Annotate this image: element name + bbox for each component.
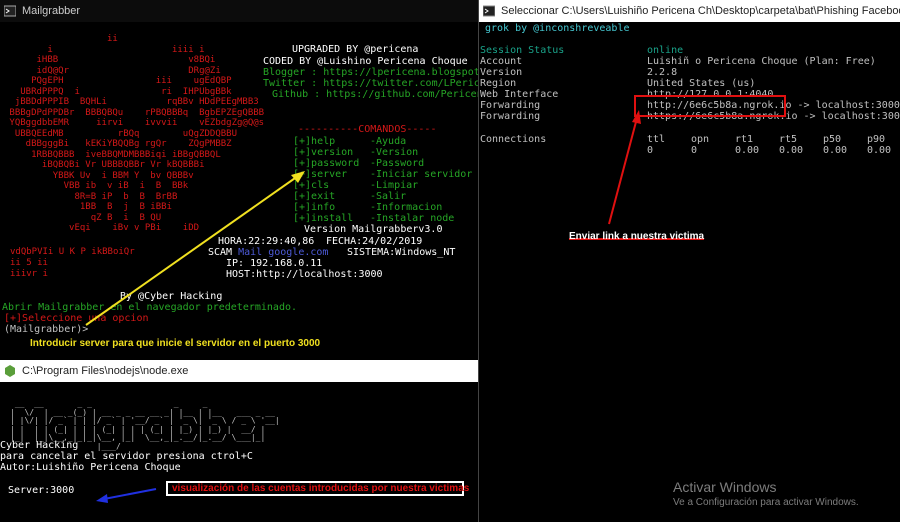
terminal-icon <box>4 5 16 17</box>
art-tail-2: ii 5 ii <box>10 258 48 268</box>
scam-line: SCAM Mail google.com <box>208 247 328 258</box>
row-value-session-status: online <box>647 45 684 56</box>
menu-desc-password: -Password <box>370 158 425 169</box>
server-caption: Introducir server para que inicie el ser… <box>30 338 321 349</box>
window-title: C:\Program Files\nodejs\node.exe <box>22 365 189 377</box>
conn-value-p90: 0.00 <box>867 145 892 156</box>
conn-value-ttl: 0 <box>647 145 654 156</box>
accounts-caption-box: visualización de las cuentas introducida… <box>166 481 469 496</box>
nodejs-icon <box>5 365 15 377</box>
by-line: By @Cyber Hacking <box>120 291 223 302</box>
menu-title: ----------COMANDOS----- <box>298 124 437 135</box>
row-label-version: Version <box>480 67 523 78</box>
sistema-line: SISTEMA:Windows_NT <box>347 247 456 258</box>
author-line: Autor:Luishiño Pericena Choque <box>0 462 181 473</box>
version-line: Version Mailgrabberv3.0 <box>304 224 443 235</box>
hora-line: HORA:22:29:40,86 <box>218 236 315 247</box>
activate-windows-title: Activar Windows <box>673 479 777 495</box>
row-value-version: 2.2.8 <box>647 67 678 78</box>
row-label-session-status: Session Status <box>480 45 565 56</box>
scam-label: SCAM <box>208 247 233 258</box>
conn-value-opn: 0 <box>691 145 698 156</box>
menu-cmd-help: [+]help <box>293 136 336 147</box>
menu-cmd-install: [+]install <box>293 213 354 224</box>
menu-desc-exit: -Salir <box>370 191 407 202</box>
host-line: HOST:http://localhost:3000 <box>226 269 383 280</box>
select-prompt: [+]Seleccione una opcion <box>4 313 149 324</box>
conn-header-ttl: ttl <box>647 134 666 145</box>
conn-header-p90: p90 <box>867 134 886 145</box>
connections-label: Connections <box>480 134 547 145</box>
art-tail-1: vdQbPVIi U K P ikBBoiQr <box>10 247 135 257</box>
menu-cmd-cls: [+]cls <box>293 180 330 191</box>
conn-value-p50: 0.00 <box>823 145 848 156</box>
menu-desc-cls: -Limpiar <box>370 180 419 191</box>
ngrok-titlebar[interactable]: Seleccionar C:\Users\Luishiño Pericena C… <box>479 0 900 22</box>
menu-cmd-exit: [+]exit <box>293 191 336 202</box>
node-titlebar[interactable]: C:\Program Files\nodejs\node.exe <box>0 360 478 382</box>
conn-header-opn: opn <box>691 134 710 145</box>
ngrok-window: Seleccionar C:\Users\Luishiño Pericena C… <box>478 0 900 522</box>
ascii-art-skull: ii i iiii i iHBB v8BQi idQ@Qr DRg@Zi PQg… <box>9 34 265 233</box>
terminal-icon <box>483 5 495 17</box>
command-input[interactable]: (Mailgrabber)> <box>4 324 88 335</box>
menu-cmd-password: [+]password <box>293 158 360 169</box>
cyber-hacking-line: Cyber Hacking <box>0 440 79 451</box>
row-value-region: United States (us) <box>647 78 756 89</box>
mailgrabber-titlebar[interactable]: Mailgrabber <box>0 0 478 22</box>
conn-value-rt1: 0.00 <box>735 145 760 156</box>
github-line: Github : https://github.com/Pericena <box>272 89 478 100</box>
upgraded-line: UPGRADED BY @pericena <box>292 44 419 55</box>
abrir-line: Abrir Mailgrabber en el navegador predet… <box>2 302 298 313</box>
send-link-caption: Enviar link a nuestra victima <box>569 231 705 242</box>
row-label-web-interface: Web Interface <box>480 89 559 100</box>
scam-link[interactable]: Mail google.com <box>238 247 328 258</box>
menu-desc-version: -Version <box>370 147 419 158</box>
menu-cmd-version: [+]version <box>293 147 354 158</box>
coded-line: CODED BY @Luishino Pericena Choque <box>263 56 468 67</box>
conn-value-rt5: 0.00 <box>779 145 804 156</box>
row-label-account: Account <box>480 56 523 67</box>
menu-cmd-server: [+]server <box>293 169 348 180</box>
ngrok-header: grok by @inconshreveable <box>485 23 630 34</box>
row-value-account: Luishiñ o Pericena Choque (Plan: Free) <box>647 56 876 67</box>
row-label-forwarding-http: Forwarding <box>480 100 541 111</box>
twitter-line: Twitter : https://twitter.com/LPericena <box>263 78 478 89</box>
blogger-line: Blogger : https://lpericena.blogspot.com <box>263 67 478 78</box>
window-title: Seleccionar C:\Users\Luishiño Pericena C… <box>501 5 900 17</box>
menu-desc-info: -Informacion <box>370 202 443 213</box>
conn-header-rt5: rt5 <box>779 134 798 145</box>
menu-cmd-info: [+]info <box>293 202 336 213</box>
send-link-caption-box: Enviar link a nuestra victima <box>569 224 705 242</box>
forwarding-url-highlight <box>634 95 786 117</box>
ip-line: IP: 192.168.0.11 <box>226 258 323 269</box>
server-port-line: Server:3000 <box>8 485 75 496</box>
menu-desc-server: -Iniciar servidor <box>370 169 473 180</box>
art-tail-3: iiivr i <box>10 269 48 279</box>
row-label-region: Region <box>480 78 517 89</box>
conn-header-rt1: rt1 <box>735 134 754 145</box>
menu-desc-install: -Instalar node <box>370 213 455 224</box>
window-title: Mailgrabber <box>22 5 81 17</box>
activate-windows-subtitle: Ve a Configuración para activar Windows. <box>673 497 859 508</box>
fecha-line: FECHA:24/02/2019 <box>326 236 423 247</box>
accounts-caption: visualización de las cuentas introducida… <box>172 483 470 494</box>
cancel-hint-line: para cancelar el servidor presiona ctrol… <box>0 451 253 462</box>
node-window: C:\Program Files\nodejs\node.exe __ __ _… <box>0 360 478 522</box>
conn-header-p50: p50 <box>823 134 842 145</box>
row-label-forwarding-https: Forwarding <box>480 111 541 122</box>
menu-desc-help: -Ayuda <box>370 136 407 147</box>
mailgrabber-window: Mailgrabber ii i iiii i iHBB v8BQi idQ@Q… <box>0 0 478 358</box>
